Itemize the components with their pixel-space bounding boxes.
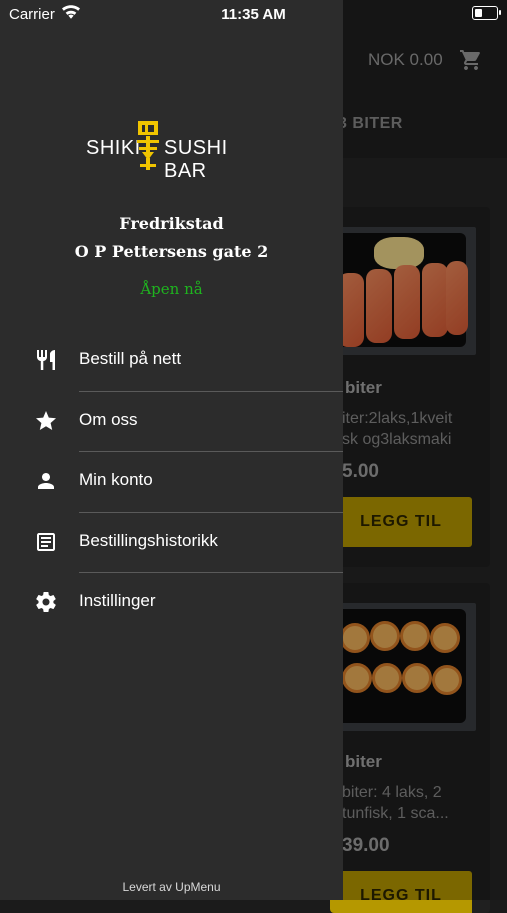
menu-item-account[interactable]: Min konto: [0, 451, 343, 511]
restaurant-address: O P Pettersens gate 2: [74, 242, 269, 261]
menu-item-label: Min konto: [79, 470, 153, 489]
open-status: Åpen nå: [140, 280, 203, 298]
receipt-icon: [37, 533, 55, 551]
logo-text-left: SHIKI: [86, 137, 141, 159]
fork-knife-icon: [37, 350, 55, 370]
menu-item-about[interactable]: Om oss: [0, 391, 343, 451]
menu-item-label: Bestill på nett: [79, 349, 182, 368]
navigation-drawer: SHIKI SUSHI BAR Fredrikstad O P Petterse…: [0, 0, 343, 900]
star-icon: [36, 411, 56, 430]
person-icon: [38, 473, 54, 489]
gear-icon: [36, 592, 56, 613]
powered-by-footer[interactable]: Levert av UpMenu: [0, 880, 343, 894]
battery-icon: [472, 6, 501, 20]
menu-item-label: Om oss: [79, 410, 138, 429]
logo-mark-icon: [137, 121, 159, 170]
menu-item-order-online[interactable]: Bestill på nett: [0, 330, 343, 390]
menu-item-label: Bestillingshistorikk: [79, 531, 218, 550]
menu-item-settings[interactable]: Instillinger: [0, 572, 343, 632]
clock: 11:35 AM: [221, 6, 286, 23]
drawer-overlay[interactable]: [343, 0, 507, 900]
status-bar: Carrier 11:35 AM: [0, 0, 507, 28]
menu-item-label: Instillinger: [79, 591, 156, 610]
menu-item-order-history[interactable]: Bestillingshistorikk: [0, 512, 343, 572]
restaurant-city: Fredrikstad: [119, 214, 224, 233]
logo-text-right: SUSHI BAR: [164, 137, 228, 182]
restaurant-logo: SHIKI SUSHI BAR: [86, 118, 258, 182]
